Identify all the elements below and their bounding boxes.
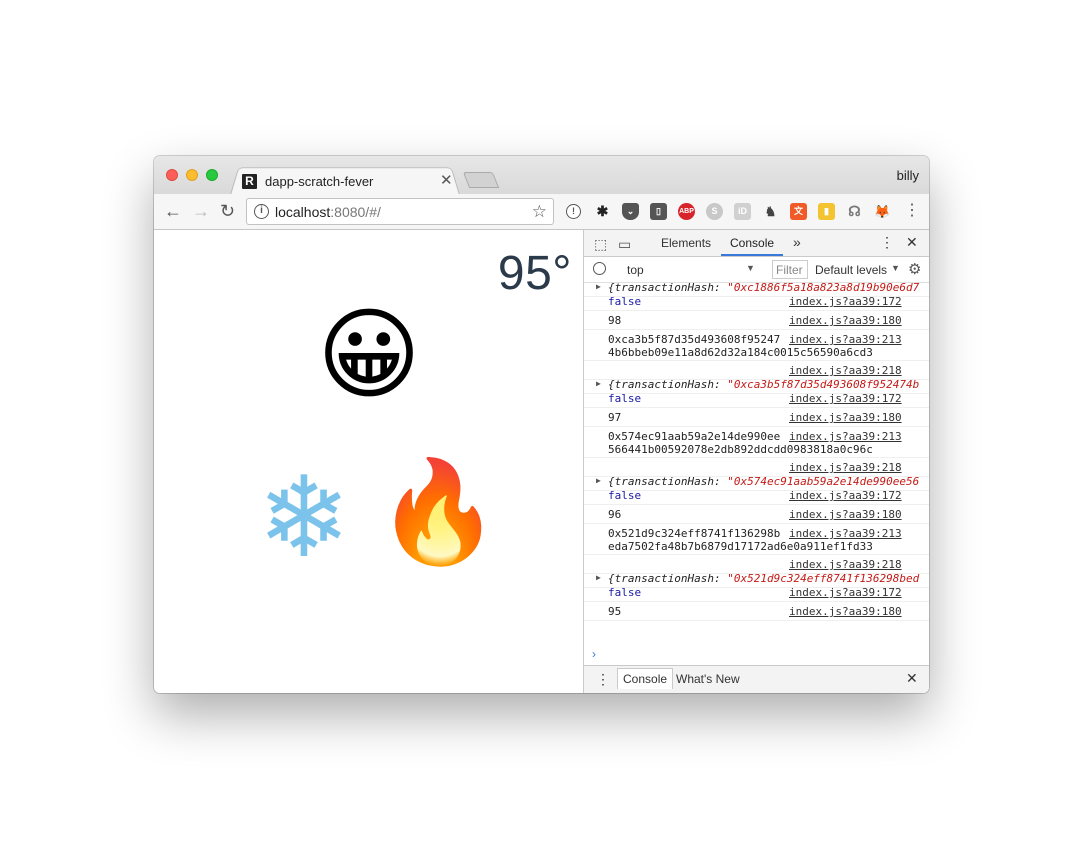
favicon-icon: R — [242, 173, 257, 189]
context-dropdown-icon[interactable]: ▼ — [746, 263, 755, 273]
console-message: false — [608, 489, 642, 502]
expand-triangle-icon[interactable]: ▶ — [596, 573, 601, 582]
console-log-row: 0x574ec91aab59a2e14de990ee 566441b005920… — [584, 426, 929, 458]
drawer-menu-icon[interactable]: ⋮ — [596, 671, 610, 688]
device-toolbar-icon[interactable]: ▭ — [618, 236, 631, 253]
tab-label-group[interactable]: R dapp-scratch-fever — [242, 170, 373, 192]
zoom-window-button[interactable] — [206, 169, 218, 181]
bookmark-star-icon[interactable]: ☆ — [532, 202, 547, 222]
source-link[interactable]: index.js?aa39:180 — [789, 411, 902, 424]
source-link[interactable]: index.js?aa39:172 — [789, 489, 902, 502]
id-ext-icon[interactable]: iD — [734, 203, 751, 220]
console-log-row: 98 index.js?aa39:180 — [584, 310, 929, 330]
console-filter-input[interactable]: Filter — [772, 260, 808, 279]
info-ext-icon[interactable]: ! — [566, 204, 581, 219]
new-tab-button[interactable] — [462, 172, 500, 188]
tab-title: dapp-scratch-fever — [265, 173, 374, 189]
forward-icon[interactable]: → — [192, 200, 210, 222]
smiley-face-icon: 😀 — [316, 296, 422, 413]
console-message: 97 — [608, 411, 622, 424]
levels-dropdown-icon[interactable]: ▼ — [891, 263, 900, 273]
browser-window: R dapp-scratch-fever ✕ billy ← → ↻ i loc… — [154, 156, 929, 693]
site-info-icon[interactable]: i — [254, 204, 269, 219]
console-log-row: 0xca3b5f87d35d493608f95247 4b6bbeb09e11a… — [584, 329, 929, 361]
console-message: 96 — [608, 508, 622, 521]
console-message: false — [608, 586, 642, 599]
highlighter-icon[interactable]: ▮ — [818, 203, 835, 220]
log-levels-dropdown[interactable]: Default levels — [815, 263, 887, 277]
console-log-area[interactable]: ▶ {transactionHash: "0xc1886f5a18a823a8d1… — [584, 283, 929, 663]
devtools-drawer: ⋮ Console What's New ✕ — [584, 665, 929, 693]
drawer-tab-whats-new[interactable]: What's New — [676, 672, 740, 686]
source-link[interactable]: index.js?aa39:172 — [789, 295, 902, 308]
url-text[interactable]: localhost:8080/#/ — [275, 204, 381, 220]
expand-triangle-icon[interactable]: ▶ — [596, 379, 601, 388]
console-message: 95 — [608, 605, 622, 618]
more-tabs-icon[interactable]: » — [793, 234, 801, 250]
profile-name[interactable]: billy — [897, 168, 919, 183]
fire-button[interactable]: 🔥 — [376, 462, 501, 582]
tab-close-icon[interactable]: ✕ — [440, 170, 453, 192]
close-window-button[interactable] — [166, 169, 178, 181]
source-link[interactable]: index.js?aa39:172 — [789, 586, 902, 599]
console-log-row: false index.js?aa39:172 — [584, 485, 929, 505]
app-page: 95° 😀 ❄ 🔥 — [154, 230, 583, 693]
translate-icon[interactable]: 文 — [790, 203, 807, 220]
active-tab-indicator — [721, 254, 783, 256]
browser-toolbar: ← → ↻ i localhost:8080/#/ ☆ ! ✱ ⌄ ▯ ABP … — [154, 194, 929, 230]
close-drawer-icon[interactable]: ✕ — [906, 670, 918, 687]
console-log-row: 0x521d9c324eff8741f136298b eda7502fa48b7… — [584, 523, 929, 555]
url-host: localhost — [275, 204, 331, 220]
source-link[interactable]: index.js?aa39:213 — [789, 333, 902, 346]
reload-icon[interactable]: ↻ — [220, 200, 235, 222]
tab-strip: R dapp-scratch-fever ✕ billy — [154, 156, 929, 195]
tab-elements[interactable]: Elements — [661, 236, 711, 250]
console-filter-bar: top ▼ Filter Default levels ▼ ⚙ — [584, 257, 929, 283]
source-link[interactable]: index.js?aa39:213 — [789, 430, 902, 443]
adblock-plus-icon[interactable]: ABP — [678, 203, 695, 220]
tab-console[interactable]: Console — [730, 236, 774, 250]
inspect-element-icon[interactable]: ⬚ — [594, 236, 607, 253]
temperature-display: 95° — [497, 247, 572, 300]
source-link[interactable]: index.js?aa39:213 — [789, 527, 902, 540]
console-prompt[interactable]: › — [592, 647, 596, 661]
evernote-icon[interactable]: ♞ — [762, 203, 779, 220]
console-log-row: false index.js?aa39:172 — [584, 388, 929, 408]
console-message: 98 — [608, 314, 622, 327]
metamask-icon[interactable]: 🦊 — [874, 203, 891, 220]
pocket-icon[interactable]: ⌄ — [622, 203, 639, 220]
skype-icon[interactable]: S — [706, 203, 723, 220]
console-log-row: false index.js?aa39:172 — [584, 291, 929, 311]
console-log-row: 96 index.js?aa39:180 — [584, 504, 929, 524]
console-message: false — [608, 392, 642, 405]
console-log-row: false index.js?aa39:172 — [584, 582, 929, 602]
expand-triangle-icon[interactable]: ▶ — [596, 476, 601, 485]
drawer-tab-console[interactable]: Console — [617, 668, 674, 689]
console-log-row: 97 index.js?aa39:180 — [584, 407, 929, 427]
expand-triangle-icon[interactable]: ▶ — [596, 283, 601, 291]
devtools-panel: ⬚ ▭ Elements Console » ⋮ ✕ top ▼ Filter … — [583, 230, 929, 693]
ghostery-icon[interactable]: ☊ — [846, 203, 863, 220]
devtools-tab-bar: ⬚ ▭ Elements Console » ⋮ ✕ — [584, 230, 929, 257]
source-link[interactable]: index.js?aa39:180 — [789, 508, 902, 521]
console-message: false — [608, 295, 642, 308]
bitwarden-icon[interactable]: ▯ — [650, 203, 667, 220]
source-link[interactable]: index.js?aa39:180 — [789, 314, 902, 327]
back-icon[interactable]: ← — [164, 200, 182, 222]
console-settings-gear-icon[interactable]: ⚙ — [908, 260, 921, 278]
url-path: :8080/#/ — [330, 204, 381, 220]
console-log-row: 95 index.js?aa39:180 — [584, 601, 929, 621]
browser-menu-icon[interactable]: ⋮ — [904, 200, 920, 222]
minimize-window-button[interactable] — [186, 169, 198, 181]
devtools-menu-icon[interactable]: ⋮ — [880, 234, 894, 251]
password-ext-icon[interactable]: ✱ — [594, 203, 611, 220]
source-link[interactable]: index.js?aa39:172 — [789, 392, 902, 405]
close-devtools-icon[interactable]: ✕ — [906, 234, 918, 251]
source-link[interactable]: index.js?aa39:180 — [789, 605, 902, 618]
clear-console-icon[interactable] — [593, 262, 606, 275]
context-selector[interactable]: top — [627, 263, 644, 277]
snowflake-button[interactable]: ❄ — [244, 462, 364, 582]
address-bar[interactable]: i localhost:8080/#/ ☆ — [246, 198, 554, 225]
